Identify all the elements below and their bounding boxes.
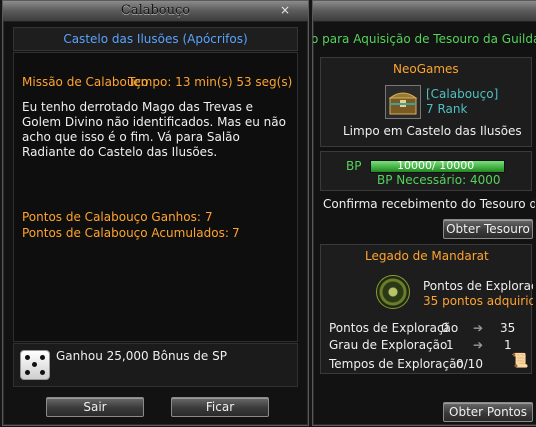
confirm-text: Confirma recebimento do Tesouro de [323, 197, 535, 211]
points-accumulated-value: 7 [232, 226, 240, 240]
times-value: 0/10 [456, 357, 483, 371]
points-acquired: 35 pontos adquiridos [423, 294, 533, 308]
dungeon-name: Castelo das Ilusões (Apócrifos) [13, 27, 298, 51]
mission-description-line: Eu tenho derrotado Mago das Trevas e [22, 100, 254, 114]
item-rank: 7 Rank [426, 102, 468, 116]
legacy-title: Legado de Mandarat [365, 249, 489, 263]
provider-name: NeoGames [393, 62, 459, 76]
get-treasure-button[interactable]: Obter Tesouro [443, 219, 533, 239]
row-from-value: 0 [441, 321, 449, 335]
guild-treasure-marquee: o para Aquisição de Tesouro da Guilda A [313, 32, 536, 48]
mission-time: Tempo: 13 min(s) 53 seg(s) [128, 75, 293, 89]
mission-description-line: Golem Divino não identificados. Mas eu n… [22, 115, 286, 129]
times-label: Tempos de Exploração [329, 357, 464, 371]
exploration-points-label: Pontos de Exploração [423, 279, 533, 293]
points-gained-label: Pontos de Calabouço Ganhos: [22, 210, 201, 224]
mission-content: Missão de Calabouço Tempo: 13 min(s) 53 … [13, 52, 298, 342]
stay-button[interactable]: Ficar [171, 397, 269, 417]
reward-box: Ganhou 25,000 Bônus de SP [13, 343, 298, 387]
row-to-value: 35 [500, 321, 516, 335]
get-points-button[interactable]: Obter Pontos [443, 402, 533, 422]
guild-treasure-marquee-text: o para Aquisição de Tesouro da Guilda A [313, 32, 536, 46]
arrow-right-icon: ➔ [473, 338, 484, 352]
row-label: Pontos de Exploração [329, 321, 459, 335]
dice-icon [20, 350, 50, 380]
item-name: [Calabouço] [426, 87, 499, 101]
points-gained-value: 7 [205, 210, 213, 224]
exit-button[interactable]: Sair [46, 397, 144, 417]
mission-description-line: acho que isso é o fim. Vá para Salão [22, 130, 240, 144]
clear-text: Limpo em Castelo das Ilusões [343, 124, 522, 138]
arrow-right-icon: ➔ [473, 321, 484, 335]
bp-needed: BP Necessário: 4000 [377, 173, 501, 187]
row-to-value: 1 [504, 338, 512, 352]
row-from-value: 1 [446, 338, 454, 352]
row-label: Grau de Exploração [329, 338, 448, 352]
legacy-panel [320, 244, 532, 374]
mission-description-line: Radiante do Castelo das Ilusões. [22, 145, 218, 159]
dungeon-window-title: Calabouço [120, 3, 191, 18]
treasure-window-titlebar[interactable] [313, 1, 536, 22]
compass-icon [376, 275, 410, 309]
bp-label: BP [346, 159, 362, 173]
mission-description: Eu tenho derrotado Mago das Trevas e Gol… [22, 100, 294, 160]
dungeon-window: Calabouço × Castelo das Ilusões (Apócrif… [2, 0, 309, 426]
reward-text: Ganhou 25,000 Bônus de SP [56, 349, 227, 363]
treasure-window: o para Aquisição de Tesouro da Guilda A … [312, 0, 536, 426]
bp-value: 10000/ 10000 [397, 159, 475, 172]
scroll-icon[interactable]: 📜 [511, 353, 528, 369]
treasure-chest-icon [385, 85, 421, 119]
points-accumulated-label: Pontos de Calabouço Acumulados: [22, 226, 229, 240]
close-icon[interactable]: × [280, 3, 290, 17]
